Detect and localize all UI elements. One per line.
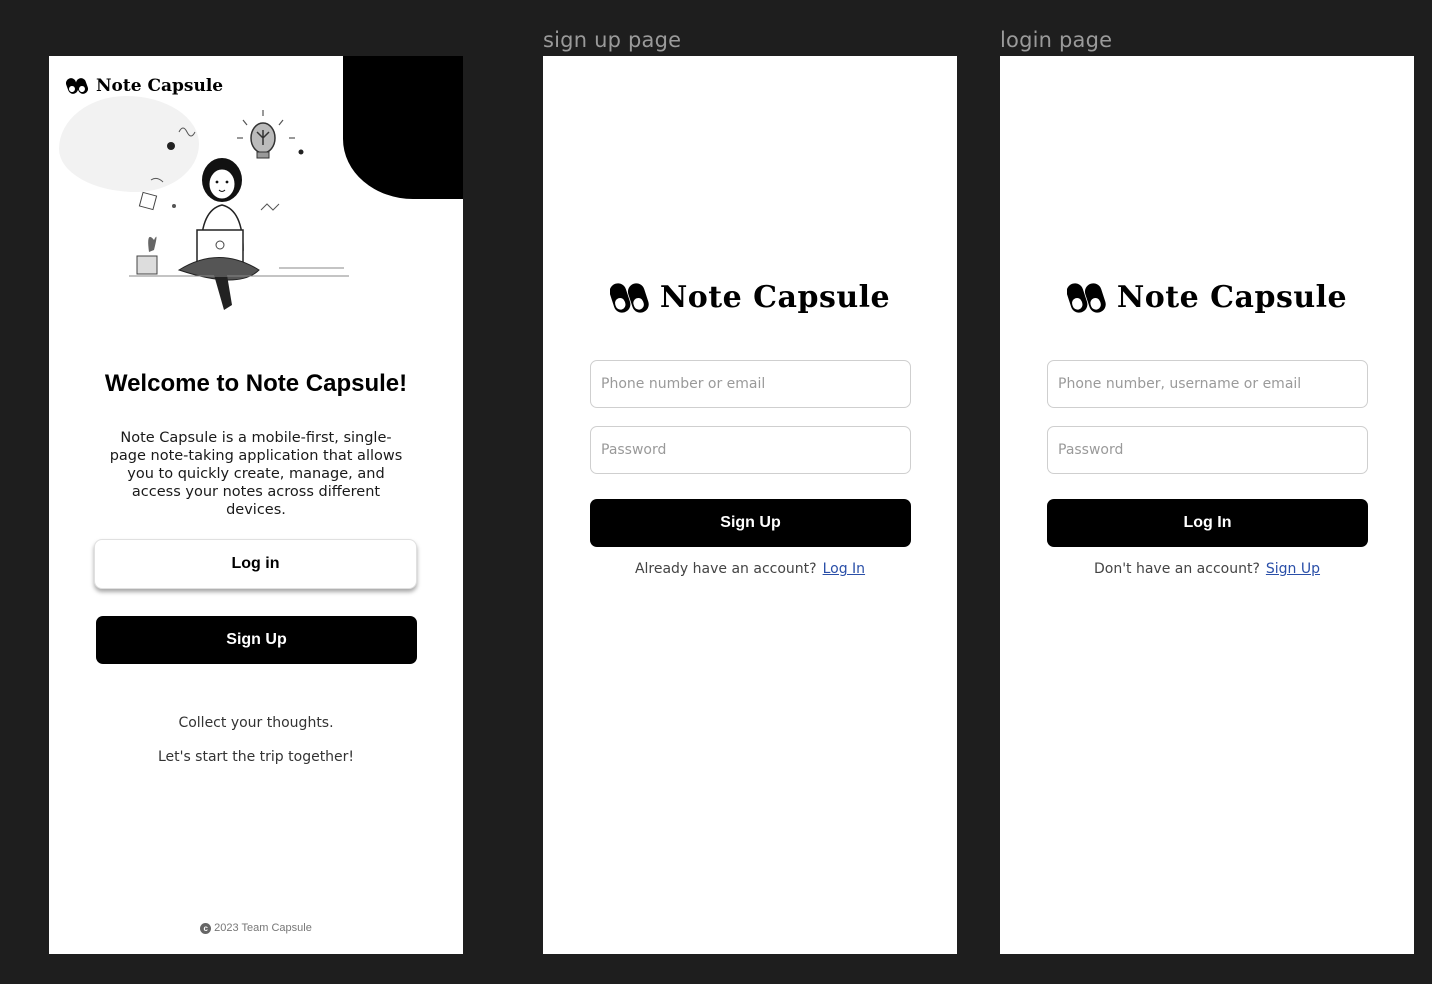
welcome-title: Welcome to Note Capsule! xyxy=(104,370,408,397)
welcome-screen: Note Capsule Welcome to Note Capsule! No… xyxy=(49,56,463,954)
login-submit-button[interactable]: Log In xyxy=(1047,499,1368,547)
login-screen: Note Capsule Log In Don't have an accoun… xyxy=(1000,56,1414,954)
login-password-input[interactable] xyxy=(1047,426,1368,474)
signup-screen: Note Capsule Sign Up Already have an acc… xyxy=(543,56,957,954)
brand-logo: Note Capsule xyxy=(66,76,223,96)
woman-laptop-illustration xyxy=(129,110,349,310)
login-button[interactable]: Log in xyxy=(94,539,417,589)
capsule-logo-icon xyxy=(1066,282,1106,313)
login-link[interactable]: Log In xyxy=(823,561,865,577)
brand-name: Note Capsule xyxy=(96,76,224,96)
brand-logo: Note Capsule xyxy=(543,280,957,315)
copyright-icon: c xyxy=(200,922,212,934)
signup-button[interactable]: Sign Up xyxy=(96,616,417,664)
tagline-trip: Let's start the trip together! xyxy=(157,749,355,765)
capsule-logo-icon xyxy=(609,282,649,313)
signup-switch-text: Don't have an account? xyxy=(1093,561,1260,577)
capsule-logo-icon xyxy=(66,78,89,94)
login-switch-text: Already have an account? xyxy=(634,561,817,577)
decorative-black-blob xyxy=(343,56,463,199)
login-identifier-input[interactable] xyxy=(1047,360,1368,408)
frame-label-login: login page xyxy=(1000,28,1113,52)
brand-name: Note Capsule xyxy=(659,280,891,315)
signup-submit-button[interactable]: Sign Up xyxy=(590,499,911,547)
frame-label-signup: sign up page xyxy=(543,28,682,52)
signup-switch: Don't have an account? Sign Up xyxy=(1000,561,1414,577)
footer-text: 2023 Team Capsule xyxy=(214,922,312,934)
brand-logo: Note Capsule xyxy=(1000,280,1414,315)
footer: c 2023 Team Capsule xyxy=(49,922,463,934)
signup-password-input[interactable] xyxy=(590,426,911,474)
welcome-description: Note Capsule is a mobile-first, single-p… xyxy=(109,430,403,518)
signup-identifier-input[interactable] xyxy=(590,360,911,408)
tagline-collect: Collect your thoughts. xyxy=(178,715,334,731)
login-switch: Already have an account? Log In xyxy=(543,561,957,577)
brand-name: Note Capsule xyxy=(1116,280,1348,315)
signup-link[interactable]: Sign Up xyxy=(1266,561,1320,577)
